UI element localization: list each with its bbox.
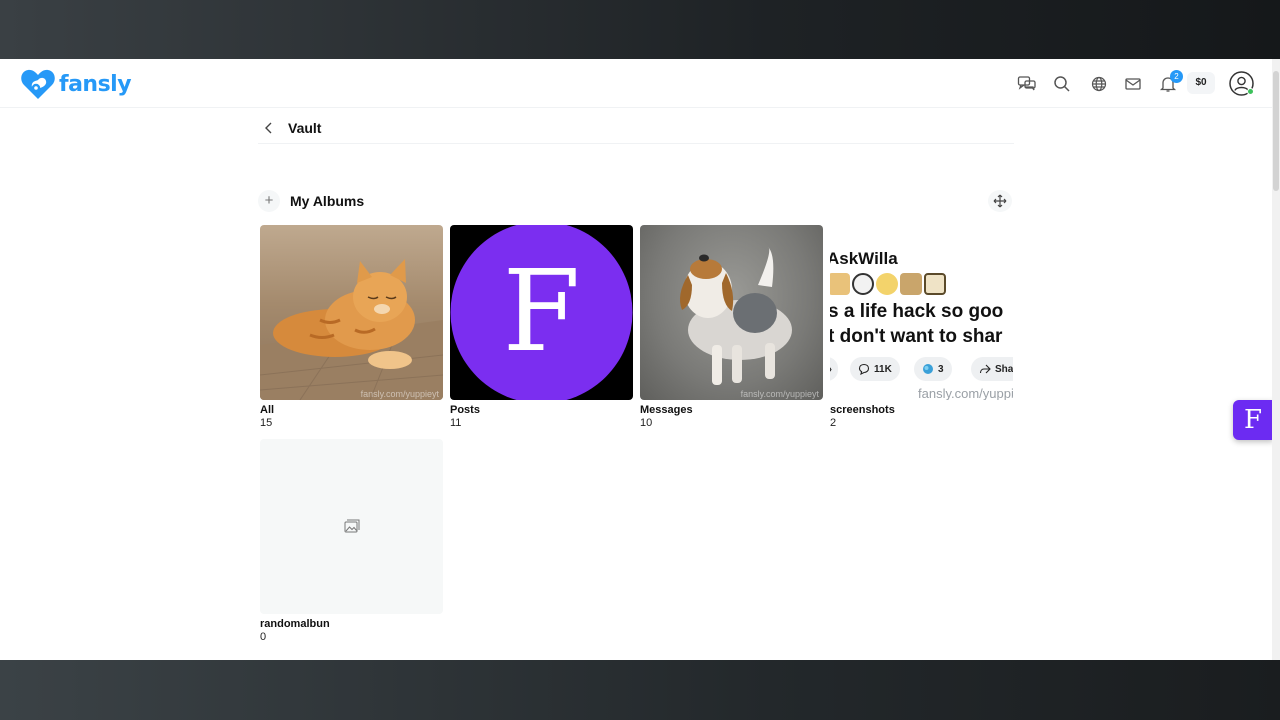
wallet-balance[interactable]: $0 bbox=[1187, 72, 1215, 94]
emoji-icon bbox=[900, 273, 922, 295]
online-status-dot bbox=[1247, 88, 1254, 95]
emoji-icon bbox=[830, 273, 850, 295]
replies-count: 11K bbox=[874, 363, 892, 375]
thumbnail-watermark: fansly.com/yuppieyt bbox=[360, 389, 439, 399]
album-count: 10 bbox=[640, 417, 653, 429]
share-label: Sha bbox=[995, 363, 1013, 375]
album-card-all[interactable]: fansly.com/yuppieyt All 15 bbox=[260, 225, 443, 429]
share-arrow-icon bbox=[979, 364, 991, 374]
notification-badge: 2 bbox=[1170, 70, 1183, 83]
screenshot-pill: › bbox=[830, 357, 838, 381]
mail-icon[interactable] bbox=[1123, 74, 1143, 94]
browser-viewport: fansly 2 $0 Vault + My Albums fansly.com… bbox=[0, 59, 1280, 660]
retweets-count: 3 bbox=[938, 363, 944, 375]
screenshot-handle-text: AskWilla bbox=[830, 249, 898, 268]
album-thumbnail: F bbox=[450, 225, 633, 400]
screenshot-watermark: fansly.com/yuppi bbox=[918, 386, 1013, 400]
album-name: Messages bbox=[640, 404, 693, 416]
vault-header: Vault bbox=[258, 117, 1014, 144]
add-album-button[interactable]: + bbox=[258, 190, 280, 212]
thumbnail-watermark: fansly.com/yuppieyt bbox=[740, 389, 819, 399]
comment-icon bbox=[858, 363, 870, 375]
page-title: Vault bbox=[288, 120, 322, 136]
screenshot-emoji-row bbox=[830, 273, 946, 295]
cat-photo-image bbox=[260, 259, 443, 400]
album-thumbnail: fansly.com/yuppieyt bbox=[640, 225, 823, 400]
desktop-background-top bbox=[0, 0, 1280, 59]
emoji-icon bbox=[876, 273, 898, 295]
album-thumbnail: AskWilla s a life hack so goo t don't wa… bbox=[830, 225, 1013, 400]
globe-badge-icon bbox=[923, 364, 933, 374]
emoji-icon bbox=[924, 273, 946, 295]
album-card-posts[interactable]: F Posts 11 bbox=[450, 225, 633, 429]
globe-icon[interactable] bbox=[1089, 74, 1109, 94]
emoji-icon bbox=[852, 273, 874, 295]
fansly-logo[interactable]: fansly bbox=[20, 68, 132, 100]
move-arrows-icon bbox=[993, 194, 1007, 208]
scrollbar-thumb[interactable] bbox=[1273, 71, 1279, 191]
reorder-albums-button[interactable] bbox=[988, 190, 1012, 212]
album-thumbnail: fansly.com/yuppieyt bbox=[260, 225, 443, 400]
puppy-photo-image bbox=[680, 247, 792, 385]
fansly-heart-icon bbox=[21, 69, 55, 99]
album-name: All bbox=[260, 404, 275, 416]
album-count: 11 bbox=[450, 417, 462, 429]
albums-section-title: My Albums bbox=[290, 193, 365, 209]
album-count: 15 bbox=[260, 417, 273, 429]
floating-fansly-button[interactable]: F bbox=[1233, 400, 1273, 440]
album-name: Posts bbox=[450, 404, 480, 416]
album-count: 0 bbox=[260, 631, 267, 643]
logo-letter: F bbox=[502, 247, 581, 377]
logo-text: fansly bbox=[59, 71, 132, 97]
image-placeholder-icon bbox=[344, 519, 360, 533]
search-icon[interactable] bbox=[1052, 74, 1072, 94]
screenshot-text-line: t don't want to shar bbox=[830, 326, 1003, 347]
screenshot-share-pill: Sha bbox=[971, 357, 1013, 381]
album-card-screenshots[interactable]: AskWilla s a life hack so goo t don't wa… bbox=[830, 225, 1013, 429]
album-name: randomalbun bbox=[260, 618, 330, 630]
album-name: screenshots bbox=[830, 404, 895, 416]
chat-rooms-icon[interactable] bbox=[1017, 74, 1037, 94]
page-scrollbar[interactable] bbox=[1272, 59, 1280, 660]
screenshot-text-line: s a life hack so goo bbox=[830, 301, 1004, 322]
screenshot-retweets-pill: 3 bbox=[914, 357, 952, 381]
back-arrow-icon[interactable] bbox=[261, 120, 277, 136]
desktop-background-bottom bbox=[0, 660, 1280, 720]
album-card-messages[interactable]: fansly.com/yuppieyt Messages 10 bbox=[640, 225, 823, 429]
album-thumbnail bbox=[260, 439, 443, 614]
album-card-randomalbun[interactable]: randomalbun 0 bbox=[260, 439, 443, 643]
screenshot-replies-pill: 11K bbox=[850, 357, 900, 381]
albums-section-header: + My Albums bbox=[258, 190, 1014, 212]
top-navbar: fansly 2 $0 bbox=[0, 59, 1272, 108]
album-count: 2 bbox=[830, 417, 837, 429]
